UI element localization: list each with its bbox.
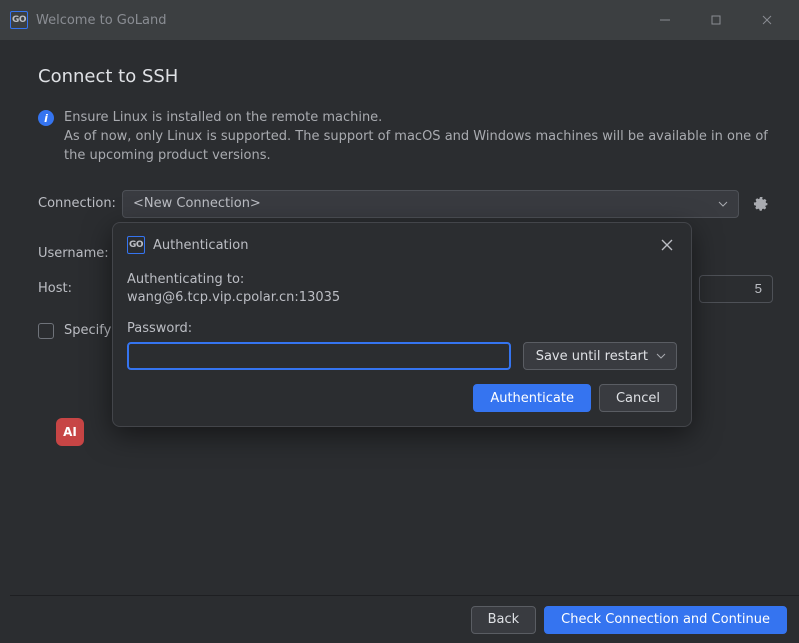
close-icon bbox=[660, 238, 674, 252]
dialog-title: Authentication bbox=[153, 238, 248, 253]
check-connection-button[interactable]: Check Connection and Continue bbox=[544, 606, 787, 634]
chevron-down-icon bbox=[718, 201, 728, 207]
cancel-button[interactable]: Cancel bbox=[599, 384, 677, 412]
connection-label: Connection: bbox=[38, 196, 122, 211]
info-banner: i Ensure Linux is installed on the remot… bbox=[38, 109, 773, 166]
host-label: Host: bbox=[38, 281, 122, 296]
dialog-close-button[interactable] bbox=[657, 235, 677, 255]
authenticate-button[interactable]: Authenticate bbox=[473, 384, 591, 412]
window-title: Welcome to GoLand bbox=[36, 13, 167, 28]
info-line-1: Ensure Linux is installed on the remote … bbox=[64, 109, 773, 128]
dialog-app-logo: GO bbox=[127, 236, 145, 254]
connection-dropdown[interactable]: <New Connection> bbox=[122, 190, 739, 218]
page-title: Connect to SSH bbox=[38, 66, 773, 87]
info-line-2: As of now, only Linux is supported. The … bbox=[64, 128, 773, 166]
back-button[interactable]: Back bbox=[471, 606, 537, 634]
password-label: Password: bbox=[127, 321, 677, 336]
app-logo: GO bbox=[10, 11, 28, 29]
authenticating-to-label: Authenticating to: bbox=[127, 271, 677, 289]
window-maximize-button[interactable] bbox=[693, 5, 738, 35]
connection-settings-button[interactable] bbox=[749, 192, 773, 216]
username-label: Username: bbox=[38, 246, 122, 261]
info-icon: i bbox=[38, 110, 54, 126]
window-close-button[interactable] bbox=[744, 5, 789, 35]
window-minimize-button[interactable] bbox=[642, 5, 687, 35]
chevron-down-icon bbox=[656, 353, 666, 359]
save-password-value: Save until restart bbox=[536, 349, 648, 364]
connection-value: <New Connection> bbox=[133, 196, 261, 211]
authenticating-target: wang@6.tcp.vip.cpolar.cn:13035 bbox=[127, 289, 677, 307]
footer-bar: Back Check Connection and Continue bbox=[10, 595, 799, 643]
authentication-dialog: GO Authentication Authenticating to: wan… bbox=[112, 222, 692, 427]
left-strip bbox=[0, 40, 10, 643]
password-input[interactable] bbox=[127, 342, 511, 370]
port-input[interactable] bbox=[699, 275, 773, 303]
save-password-dropdown[interactable]: Save until restart bbox=[523, 342, 677, 370]
specify-checkbox[interactable] bbox=[38, 323, 54, 339]
ai-assistant-badge[interactable]: AI bbox=[56, 418, 84, 446]
title-bar: GO Welcome to GoLand bbox=[0, 0, 799, 40]
gear-icon bbox=[753, 196, 769, 212]
